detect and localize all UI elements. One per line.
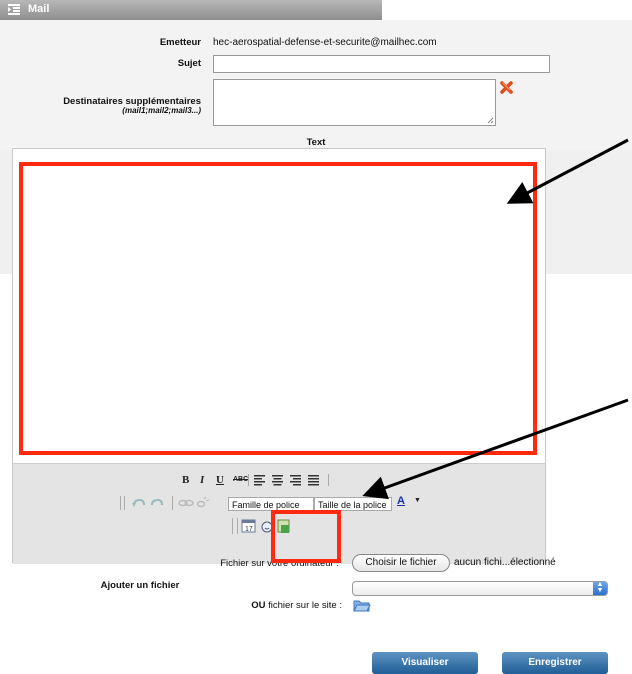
annotation-arrows <box>362 138 629 500</box>
annotation-arrow-tools <box>362 398 629 500</box>
annotation-arrow-editor <box>506 138 629 204</box>
